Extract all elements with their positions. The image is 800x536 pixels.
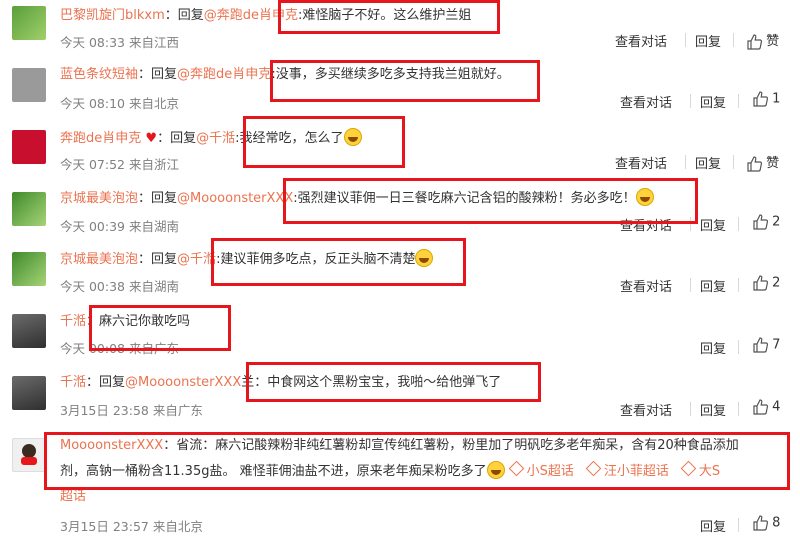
view-conversation-button[interactable]: 查看对话	[620, 400, 672, 419]
reply-button[interactable]: 回复	[700, 338, 726, 357]
comment-meta: 今天 08:10 来自北京	[60, 96, 179, 111]
divider	[738, 340, 739, 354]
thumbs-up-icon	[753, 515, 768, 531]
thumbs-up-icon	[753, 275, 768, 291]
thumbs-up-icon	[747, 155, 762, 172]
like-button[interactable]: 8	[752, 515, 780, 531]
divider	[690, 94, 691, 108]
like-button[interactable]: 2	[752, 275, 780, 291]
comment-meta: 今天 00:38 来自湖南	[60, 279, 179, 294]
avatar[interactable]	[12, 376, 46, 410]
highlight-box	[283, 178, 698, 224]
comment-meta: 3月15日 23:58 来自广东	[60, 403, 203, 418]
like-button[interactable]: 赞	[746, 152, 779, 172]
thumbs-up-icon	[753, 214, 768, 230]
comment-content-line3: 超话	[60, 487, 86, 507]
comment-meta: 今天 07:52 来自浙江	[60, 157, 179, 172]
mention-link[interactable]: @MoooonsterXXX	[177, 191, 293, 206]
reply-button[interactable]: 回复	[695, 31, 721, 50]
highlight-box	[243, 116, 405, 168]
divider	[690, 278, 691, 292]
highlight-box	[211, 238, 466, 286]
divider	[738, 94, 739, 108]
comment-meta: 今天 08:33 来自江西	[60, 35, 179, 50]
like-button[interactable]: 1	[752, 91, 780, 107]
divider	[738, 217, 739, 231]
reply-button[interactable]: 回复	[700, 215, 726, 234]
username[interactable]: 巴黎凯旋门blkxm	[60, 8, 165, 23]
divider	[733, 33, 734, 47]
highlight-box	[246, 362, 541, 402]
highlight-box	[270, 60, 540, 102]
thumbs-up-icon	[753, 399, 768, 415]
avatar[interactable]	[12, 6, 46, 40]
topic-badge-tail[interactable]: 超话	[60, 489, 86, 504]
view-conversation-button[interactable]: 查看对话	[615, 31, 667, 50]
username[interactable]: 京城最美泡泡	[60, 252, 138, 267]
avatar[interactable]	[12, 130, 46, 164]
view-conversation-button[interactable]: 查看对话	[620, 92, 672, 111]
comment-meta: 今天 00:39 来自湖南	[60, 219, 179, 234]
reply-button[interactable]: 回复	[700, 92, 726, 111]
highlight-box	[44, 432, 790, 490]
divider	[738, 278, 739, 292]
view-conversation-button[interactable]: 查看对话	[620, 276, 672, 295]
reply-button[interactable]: 回复	[700, 516, 726, 535]
like-button[interactable]: 赞	[746, 30, 779, 50]
avatar[interactable]	[12, 68, 46, 102]
mention-link[interactable]: @奔跑de肖申克	[177, 67, 271, 82]
like-button[interactable]: 4	[752, 399, 780, 415]
reply-button[interactable]: 回复	[700, 276, 726, 295]
username[interactable]: 千湉	[60, 314, 86, 329]
divider	[685, 33, 686, 47]
thumbs-up-icon	[753, 337, 768, 353]
username[interactable]: 蓝色条纹短袖	[60, 67, 138, 82]
username[interactable]: 京城最美泡泡	[60, 191, 138, 206]
divider	[733, 155, 734, 169]
mention-link[interactable]: @千湉	[196, 131, 235, 146]
avatar[interactable]	[12, 314, 46, 348]
highlight-box	[278, 0, 500, 34]
heart-icon: ♥	[145, 131, 158, 146]
like-button[interactable]: 7	[752, 337, 780, 353]
comment-meta: 3月15日 23:57 来自北京	[60, 519, 203, 534]
divider	[738, 402, 739, 416]
avatar[interactable]	[12, 192, 46, 226]
divider	[690, 402, 691, 416]
reply-button[interactable]: 回复	[695, 153, 721, 172]
avatar[interactable]	[12, 438, 46, 472]
mention-link[interactable]: @MoooonsterXXX	[125, 375, 241, 390]
like-button[interactable]: 2	[752, 214, 780, 230]
highlight-box	[89, 305, 231, 351]
avatar[interactable]	[12, 252, 46, 286]
divider	[738, 518, 739, 532]
thumbs-up-icon	[753, 91, 768, 107]
username[interactable]: 奔跑de肖申克	[60, 131, 141, 146]
divider	[685, 155, 686, 169]
thumbs-up-icon	[747, 33, 762, 50]
view-conversation-button[interactable]: 查看对话	[615, 153, 667, 172]
username[interactable]: 千湉	[60, 375, 86, 390]
reply-button[interactable]: 回复	[700, 400, 726, 419]
